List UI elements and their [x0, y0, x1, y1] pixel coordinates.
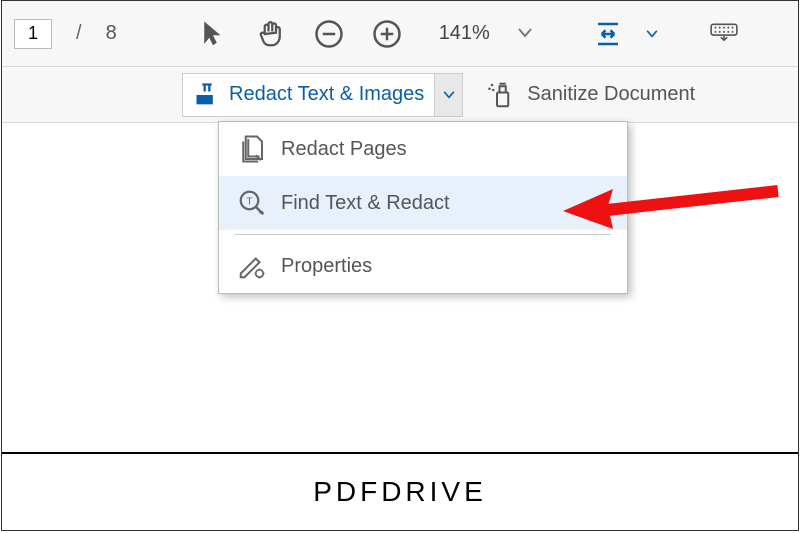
red-arrow-icon — [558, 181, 788, 241]
zoom-level-display[interactable]: 141% — [439, 22, 490, 45]
annotation-arrow — [558, 181, 788, 246]
hand-tool-button[interactable] — [251, 14, 291, 54]
caret-down-icon — [646, 30, 658, 38]
menu-item-label: Properties — [281, 255, 372, 278]
redact-text-images-button[interactable]: Redact Text & Images — [182, 73, 435, 117]
spray-bottle-icon — [487, 80, 517, 110]
zoom-in-button[interactable] — [367, 14, 407, 54]
sanitize-button-label: Sanitize Document — [527, 83, 695, 106]
zoom-out-button[interactable] — [309, 14, 349, 54]
page-number-input[interactable] — [14, 19, 52, 49]
redact-button-label: Redact Text & Images — [229, 83, 424, 106]
menu-item-label: Redact Pages — [281, 138, 407, 161]
footer-brand: PDFDRIVE — [313, 476, 487, 508]
pencil-gear-icon — [237, 251, 267, 281]
fit-width-button[interactable] — [588, 14, 628, 54]
redact-dropdown-toggle[interactable] — [435, 73, 463, 117]
svg-text:T: T — [246, 196, 252, 207]
redact-marker-icon — [193, 81, 221, 109]
sanitize-document-button[interactable]: Sanitize Document — [487, 80, 695, 110]
menu-item-label: Find Text & Redact — [281, 192, 450, 215]
footer-bar: PDFDRIVE — [2, 452, 798, 530]
search-text-icon: T — [237, 188, 267, 218]
fit-dropdown-caret[interactable] — [646, 25, 658, 43]
redaction-toolbar: Redact Text & Images Sanitize Document — [2, 67, 798, 123]
page-total: 8 — [106, 22, 117, 45]
menu-divider — [235, 234, 611, 235]
cursor-icon — [198, 19, 228, 49]
plus-circle-icon — [372, 19, 402, 49]
keyboard-icon — [709, 19, 739, 49]
caret-down-icon — [518, 28, 532, 38]
keyboard-button[interactable] — [704, 14, 744, 54]
menu-item-redact-pages[interactable]: Redact Pages — [219, 122, 627, 176]
caret-down-icon — [443, 91, 455, 99]
hand-icon — [256, 19, 286, 49]
minus-circle-icon — [314, 19, 344, 49]
pages-icon — [237, 134, 267, 164]
page-separator: / — [76, 22, 82, 45]
fit-width-icon — [593, 19, 623, 49]
zoom-dropdown-caret[interactable] — [518, 25, 532, 43]
selection-tool-button[interactable] — [193, 14, 233, 54]
main-toolbar: / 8 141% — [2, 1, 798, 67]
menu-item-properties[interactable]: Properties — [219, 239, 627, 293]
